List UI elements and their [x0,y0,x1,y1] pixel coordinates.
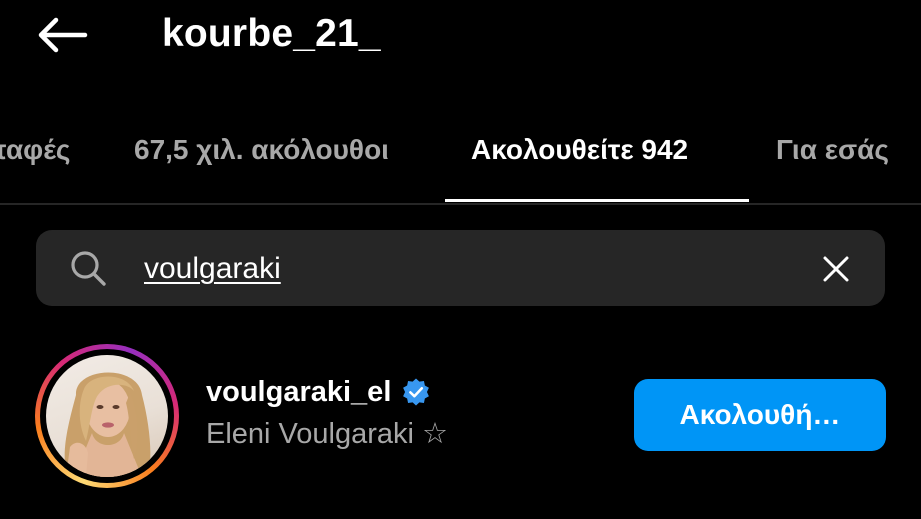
following-button[interactable]: Ακολουθή… [634,379,886,451]
story-ring[interactable] [35,344,179,488]
search-query-text: voulgaraki [144,252,281,285]
tab-for-you[interactable]: Για εσάς [776,132,889,168]
page-title: kourbe_21_ [162,12,381,55]
clear-search-button[interactable] [814,247,858,291]
search-icon [66,246,110,290]
tab-contacts[interactable]: επαφές [0,132,70,168]
verified-badge-icon [403,378,430,406]
top-bar: kourbe_21_ [0,0,921,80]
back-button[interactable] [28,8,96,62]
tab-bar: επαφές 67,5 χιλ. ακόλουθοι Ακολουθείτε 9… [0,118,921,204]
username[interactable]: voulgaraki_el [206,374,431,410]
username-text: voulgaraki_el [206,376,392,408]
tab-followers[interactable]: 67,5 χιλ. ακόλουθοι [134,132,389,168]
list-item[interactable]: voulgaraki_el Eleni Voulgaraki ☆ Ακολουθ… [0,336,921,496]
tab-divider [0,203,921,205]
arrow-left-icon [38,17,88,53]
full-name: Eleni Voulgaraki ☆ [206,418,449,450]
active-tab-indicator [445,199,749,202]
close-icon [823,256,849,282]
tab-following[interactable]: Ακολουθείτε 942 [471,132,688,168]
avatar [46,355,168,477]
search-input[interactable]: voulgaraki [144,248,784,290]
